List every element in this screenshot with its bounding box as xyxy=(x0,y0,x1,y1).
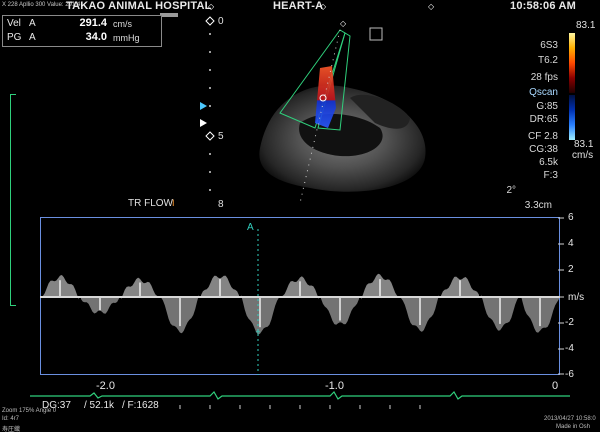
meas-pg-label: PG xyxy=(7,32,22,43)
color-scale-bottom: 83.1 xyxy=(574,139,594,150)
scale-bracket xyxy=(10,94,16,306)
meas-vel-value: 291.4 xyxy=(79,17,107,29)
param-thi: T6.2 xyxy=(537,55,558,66)
meas-pg-unit: mmHg xyxy=(113,33,140,43)
y-tick-marks xyxy=(558,217,564,375)
ytick-2: 2 xyxy=(568,264,574,275)
param-fps: 28 fps xyxy=(530,72,558,83)
footer-date: 2013/04/27 10:58:0 xyxy=(544,416,596,422)
param-depth: 3.3cm xyxy=(524,200,552,211)
cursor-label: A xyxy=(247,222,254,233)
meas-pg-channel: A xyxy=(29,32,36,43)
ytick-neg4: -4 xyxy=(565,343,574,354)
measurement-panel: Vel A 291.4 cm/s PG A 34.0 mmHg xyxy=(2,15,162,47)
time-scale xyxy=(179,405,421,409)
meas-pg-value: 34.0 xyxy=(85,31,107,43)
color-scale-unit: cm/s xyxy=(572,150,594,161)
meas-vel-unit: cm/s xyxy=(113,19,132,29)
meas-vel-label: Vel xyxy=(7,18,21,29)
depth-scale xyxy=(200,16,215,191)
meas-vel-channel: A xyxy=(29,18,36,29)
footer-zoom: Zoom 175% Angle 0 xyxy=(2,408,57,414)
probe-marker-icon: ◇ xyxy=(340,19,347,28)
sample-gate-icon: I xyxy=(172,198,175,208)
echo-image xyxy=(259,27,426,203)
footer-made: Made in Osh xyxy=(556,424,591,430)
param-probe: 6S3 xyxy=(540,40,558,51)
param-cf: CF 2.8 xyxy=(527,131,558,142)
marker-diamond-icon: ◇ xyxy=(428,2,435,11)
param-filter: F:3 xyxy=(543,170,558,181)
param-prf: 6.5k xyxy=(539,157,558,168)
param-angle: 2° xyxy=(506,185,516,196)
depth-mark-0: 0 xyxy=(218,16,224,27)
color-bar-positive xyxy=(569,33,575,93)
param-qscan: Qscan xyxy=(529,87,558,98)
marker-diamond-icon: ◇ xyxy=(320,2,327,11)
depth-mark-5: 5 xyxy=(218,131,224,142)
top-bar: X 228 Apllio 300 Value: 291.4 TAKAO ANIM… xyxy=(0,0,600,13)
doppler-unit: m/s xyxy=(568,292,585,303)
param-gain: G:85 xyxy=(536,101,558,112)
param-cg: CG:38 xyxy=(529,144,558,155)
param-dr: DR:65 xyxy=(529,114,558,125)
footer-name: 寿圧織 xyxy=(2,427,21,432)
ytick-neg2: -2 xyxy=(565,317,574,328)
ytick-6: 6 xyxy=(568,212,574,223)
flow-label: TR FLOW xyxy=(128,198,173,209)
ytick-4: 4 xyxy=(568,238,574,249)
header-tab xyxy=(160,13,178,17)
footer-id: Id: 4r7 xyxy=(2,416,20,422)
depth-mark-8: 8 xyxy=(218,199,224,210)
color-scale-top: 83.1 xyxy=(576,20,596,31)
cursor-cross-icon: + xyxy=(255,327,260,337)
hospital-name: TAKAO ANIMAL HOSPITAL xyxy=(66,0,212,12)
ultrasound-screen: { "header": { "tiny_line": "X 228 Apllio… xyxy=(0,0,600,432)
clock: 10:58:06 AM xyxy=(510,0,576,12)
color-bar-negative xyxy=(569,95,575,140)
preset-name: HEART-A xyxy=(273,0,324,12)
doppler-spectrum: + xyxy=(40,217,560,375)
marker-diamond-icon: ◇ xyxy=(208,2,215,11)
